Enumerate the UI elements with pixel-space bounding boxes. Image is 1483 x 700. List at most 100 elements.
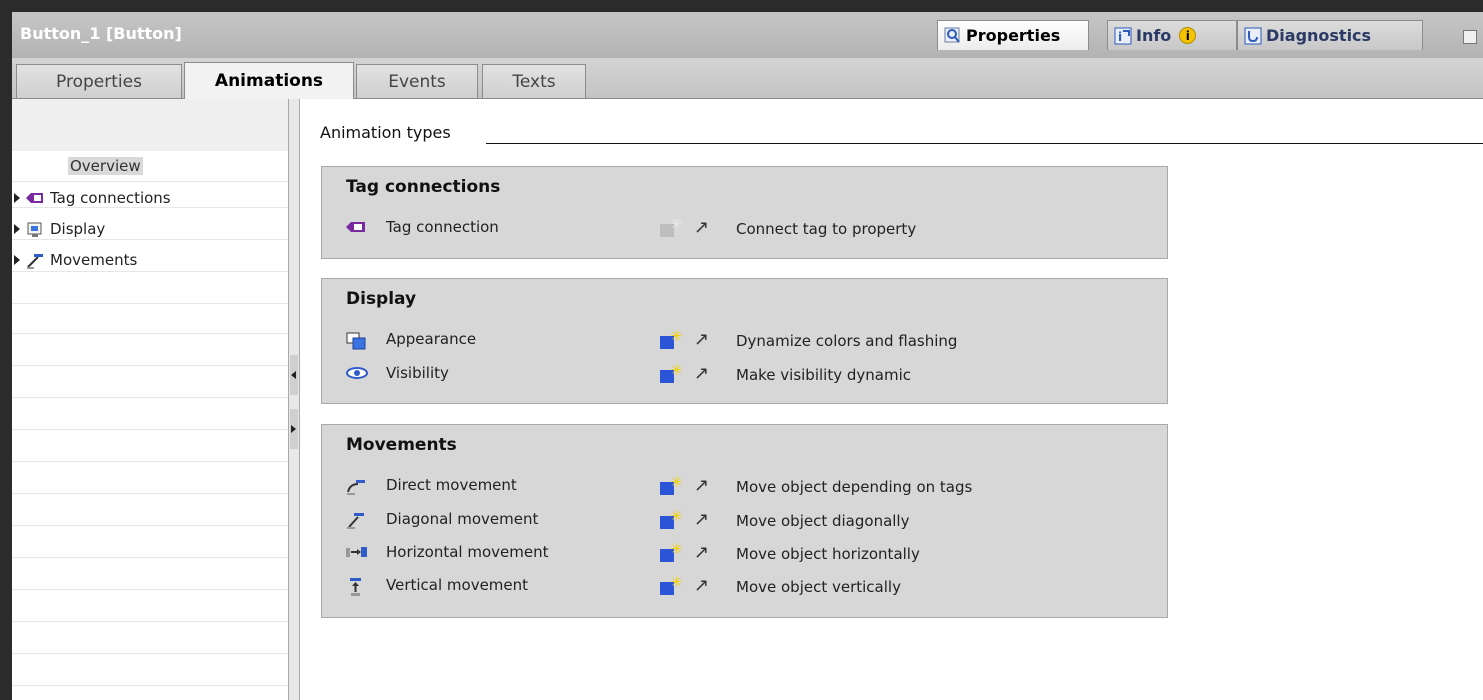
info-warning-badge: i (1179, 27, 1197, 44)
tree-header (12, 99, 288, 151)
tree-row-divider (12, 429, 288, 430)
expand-arrow-icon[interactable] (14, 224, 20, 234)
go-to-animation-button[interactable]: ↗ (692, 575, 714, 597)
anim-name: Appearance (386, 330, 477, 348)
tree-row-divider (12, 461, 288, 462)
new-star-icon: ✳ (670, 540, 683, 558)
go-to-animation-button[interactable]: ↗ (692, 542, 714, 564)
arrow-up-right-icon: ↗ (694, 542, 710, 563)
add-animation-button[interactable]: ✳ (658, 327, 683, 350)
anim-row-visibility: Visibility ✳ ↗ Make visibility dynamic (346, 363, 1146, 387)
inspector-title: Button_1 [Button] (20, 24, 182, 43)
tab-info-label: Info (1136, 26, 1172, 45)
dock-button[interactable] (1463, 30, 1477, 44)
subtab-animations[interactable]: Animations (184, 62, 354, 99)
anim-row-appearance: Appearance ✳ ↗ Dynamize colors and flash… (346, 329, 1146, 353)
expand-arrow-icon[interactable] (14, 255, 20, 265)
display-icon (26, 222, 44, 237)
animation-tree: Overview Tag connections Display Movemen… (12, 99, 288, 700)
inspector-subtabs: Properties Animations Events Texts (12, 58, 1483, 99)
anim-description: Connect tag to property (736, 220, 917, 238)
tree-item-movements[interactable]: Movements (12, 247, 137, 273)
tab-diagnostics[interactable]: Diagnostics (1237, 20, 1423, 50)
arrow-up-right-icon: ↗ (694, 575, 710, 596)
magnifier-icon (944, 27, 962, 45)
new-star-icon: ✳ (670, 361, 683, 379)
panel-splitter[interactable] (288, 99, 300, 700)
appearance-icon (346, 332, 366, 350)
tree-row-divider (12, 589, 288, 590)
tree-row-divider (12, 365, 288, 366)
new-star-icon: ✳ (670, 473, 683, 491)
info-icon: i (1114, 27, 1132, 45)
tree-row-divider (12, 525, 288, 526)
tree-row-divider (12, 557, 288, 558)
inspector-title-bar: Button_1 [Button] Properties i Info i Di… (12, 12, 1483, 59)
subtab-texts-label: Texts (512, 71, 556, 92)
go-to-animation-button[interactable]: ↗ (692, 363, 714, 385)
anim-row-vertical-movement: Vertical movement ✳ ↗ Move object vertic… (346, 575, 1146, 599)
add-animation-button[interactable]: ✳ (658, 540, 683, 563)
tab-info[interactable]: i Info i (1107, 20, 1237, 50)
anim-row-horizontal-movement: Horizontal movement ✳ ↗ Move object hori… (346, 542, 1146, 566)
horizontal-movement-icon (346, 545, 367, 561)
tree-item-label: Movements (50, 251, 138, 269)
direct-movement-icon (346, 478, 366, 495)
tree-item-label: Display (50, 220, 106, 238)
subtab-events[interactable]: Events (356, 64, 478, 98)
window-frame-left (0, 0, 12, 700)
section-heading: Animation types (320, 123, 451, 142)
anim-name: Diagonal movement (386, 510, 539, 528)
anim-row-tag-connection: Tag connection ✳ ↗ Connect tag to proper… (346, 217, 1146, 241)
anim-row-diagonal-movement: Diagonal movement ✳ ↗ Move object diagon… (346, 509, 1146, 533)
new-star-icon: ✳ (670, 327, 683, 345)
tree-row-divider (12, 653, 288, 654)
anim-description: Move object vertically (736, 578, 901, 596)
new-star-icon: ✳ (670, 215, 683, 233)
arrow-up-right-icon: ↗ (694, 363, 710, 384)
arrow-up-right-icon: ↗ (694, 329, 710, 350)
collapse-left-handle[interactable] (290, 355, 298, 395)
tree-item-overview[interactable]: Overview (68, 157, 143, 175)
subtab-properties[interactable]: Properties (16, 64, 182, 98)
group-title: Tag connections (346, 177, 501, 197)
go-to-animation-button[interactable]: ↗ (692, 217, 714, 239)
add-animation-button[interactable]: ✳ (658, 575, 683, 596)
tree-item-tag-connections[interactable]: Tag connections (12, 185, 171, 211)
anim-description: Dynamize colors and flashing (736, 332, 958, 350)
vertical-movement-icon (346, 578, 366, 596)
tree-row-divider (12, 333, 288, 334)
anim-description: Move object diagonally (736, 512, 910, 530)
tree-row-divider (12, 303, 288, 304)
tab-properties[interactable]: Properties (937, 20, 1089, 50)
group-title: Display (346, 289, 417, 309)
eye-icon (346, 366, 368, 382)
go-to-animation-button[interactable]: ↗ (692, 475, 714, 497)
add-animation-button[interactable]: ✳ (658, 215, 683, 238)
tag-icon (26, 191, 44, 205)
go-to-animation-button[interactable]: ↗ (692, 329, 714, 351)
tab-diagnostics-label: Diagnostics (1266, 26, 1372, 45)
svg-text:i: i (1118, 30, 1122, 44)
tree-item-display[interactable]: Display (12, 216, 105, 242)
diagonal-movement-icon (346, 512, 366, 529)
diagnostics-icon (1244, 27, 1262, 45)
group-movements: Movements Direct movement ✳ ↗ Move objec… (321, 424, 1168, 618)
section-rule (486, 143, 1483, 144)
anim-name: Visibility (386, 364, 449, 382)
arrow-up-right-icon: ↗ (694, 475, 710, 496)
add-animation-button[interactable]: ✳ (658, 473, 683, 496)
anim-description: Move object horizontally (736, 545, 920, 563)
go-to-animation-button[interactable]: ↗ (692, 509, 714, 531)
add-animation-button[interactable]: ✳ (658, 361, 683, 384)
tab-properties-label: Properties (966, 26, 1061, 45)
anim-name: Direct movement (386, 476, 517, 494)
animation-types-panel: Animation types Tag connections Tag conn… (300, 99, 1483, 700)
expand-arrow-icon[interactable] (14, 193, 20, 203)
expand-right-handle[interactable] (290, 409, 298, 449)
subtab-texts[interactable]: Texts (482, 64, 586, 98)
subtab-animations-label: Animations (214, 71, 324, 91)
add-animation-button[interactable]: ✳ (658, 509, 683, 530)
tree-row-divider (12, 181, 288, 182)
tree-row-divider (12, 621, 288, 622)
